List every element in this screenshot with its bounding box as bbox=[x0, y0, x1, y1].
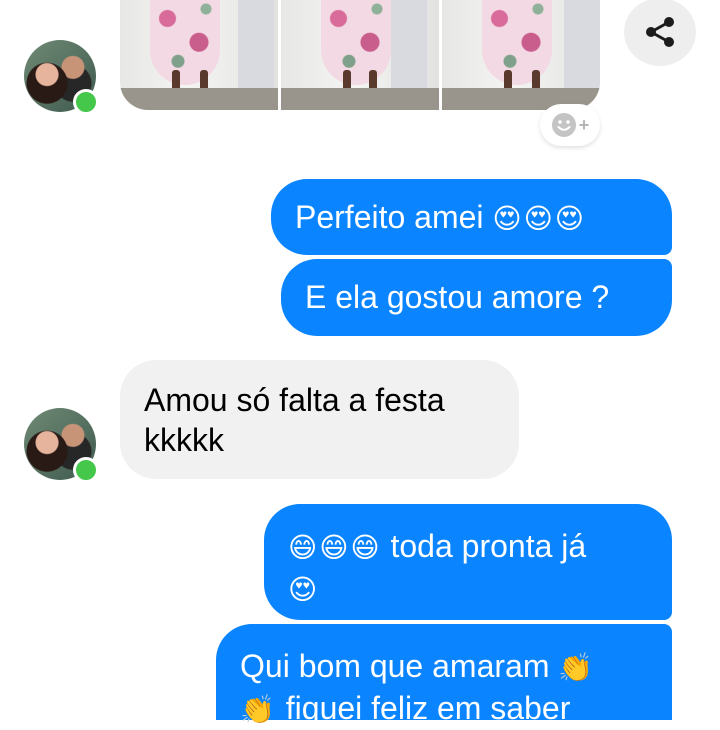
share-icon bbox=[646, 17, 674, 47]
online-status-indicator bbox=[73, 457, 99, 483]
heart-eyes-emoji: 😍😍😍 bbox=[492, 203, 586, 234]
message-text: fiquei feliz em saber bbox=[285, 690, 571, 726]
grinning-emoji: 😄😄😄 bbox=[288, 532, 382, 563]
received-message-bubble[interactable]: Amou só falta a festa kkkkk bbox=[120, 360, 519, 479]
add-reaction-button[interactable]: + bbox=[540, 104, 600, 146]
message-text: E ela gostou amore ? bbox=[305, 279, 610, 315]
plus-icon: + bbox=[578, 115, 590, 135]
share-button[interactable] bbox=[624, 0, 696, 66]
smiley-icon bbox=[551, 113, 576, 137]
sent-message-bubble[interactable]: E ela gostou amore ? bbox=[281, 259, 672, 336]
clapping-hands-emoji: 👏 bbox=[240, 694, 277, 725]
sent-message-bubble[interactable]: Perfeito amei 😍😍😍 bbox=[271, 179, 672, 255]
message-text: Perfeito amei bbox=[295, 199, 484, 235]
contact-avatar[interactable] bbox=[24, 408, 99, 483]
shared-photo-1[interactable] bbox=[120, 0, 278, 110]
shared-photo-2[interactable] bbox=[281, 0, 439, 110]
message-text: Qui bom que amaram bbox=[240, 648, 550, 684]
sent-message-bubble[interactable]: Qui bom que amaram 👏 👏 fiquei feliz em s… bbox=[216, 624, 672, 726]
online-status-indicator bbox=[73, 89, 99, 115]
message-text: toda pronta já bbox=[390, 528, 587, 564]
sent-message-bubble[interactable]: 😄😄😄 toda pronta já 😍 bbox=[264, 504, 672, 620]
message-text-line: Amou só falta a festa bbox=[144, 382, 445, 418]
shared-photo-3[interactable] bbox=[442, 0, 600, 110]
heart-eyes-emoji: 😍 bbox=[288, 574, 320, 605]
contact-avatar[interactable] bbox=[24, 40, 99, 115]
message-text-line: kkkkk bbox=[144, 422, 224, 458]
shared-photo-strip[interactable] bbox=[120, 0, 600, 110]
clapping-hands-emoji: 👏 bbox=[558, 652, 596, 683]
